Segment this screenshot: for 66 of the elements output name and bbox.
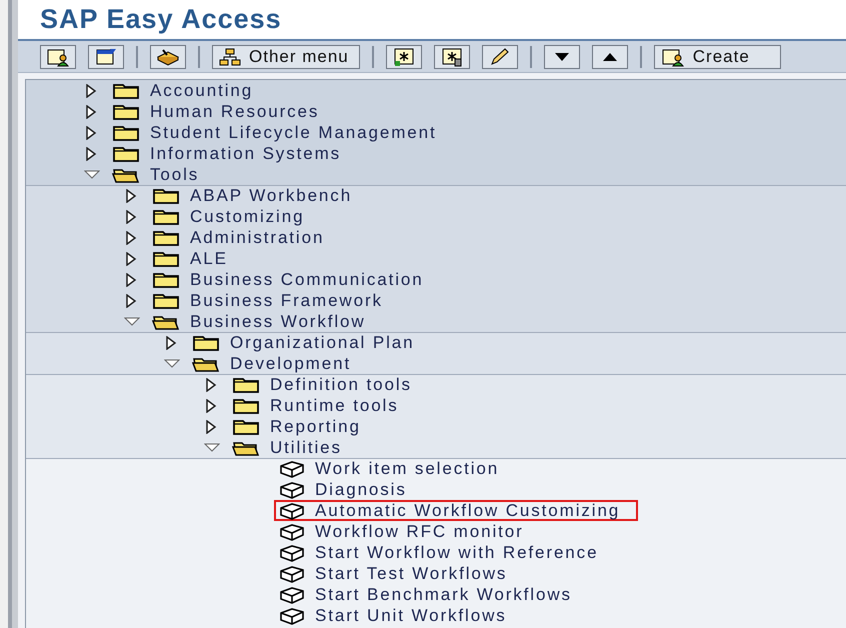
up-triangle-icon — [602, 52, 618, 62]
window-icon — [94, 46, 118, 66]
expanded-triangle-icon[interactable] — [204, 440, 220, 454]
down-triangle-icon — [554, 52, 570, 62]
window-title: SAP Easy Access — [40, 4, 282, 35]
folder-icon — [232, 418, 260, 434]
open-folder-icon — [112, 166, 140, 182]
folder-item[interactable]: Reporting — [232, 416, 361, 436]
cube-icon — [278, 502, 306, 520]
delete-folder-icon — [440, 46, 464, 66]
transaction-item[interactable]: Start Workflow with Reference — [274, 542, 616, 563]
move-up-button[interactable] — [592, 44, 628, 68]
transaction-item[interactable]: Work item selection — [274, 458, 518, 480]
expanded-triangle-icon[interactable] — [124, 314, 140, 328]
add-folder-icon — [392, 46, 416, 66]
folder-item[interactable]: Development — [192, 354, 352, 374]
folder-item[interactable]: Utilities — [232, 438, 342, 458]
folder-icon — [232, 398, 260, 414]
open-folder-icon — [192, 356, 220, 372]
open-folder-icon — [232, 440, 260, 456]
favorite-button[interactable] — [40, 44, 76, 68]
cube-icon — [278, 606, 306, 624]
cube-icon — [278, 544, 306, 562]
folder-icon — [232, 377, 260, 393]
cube-icon — [278, 522, 306, 540]
expanded-triangle-icon[interactable] — [84, 168, 100, 182]
folder-icon — [152, 230, 180, 246]
open-folder-icon — [152, 314, 180, 330]
folder-icon — [192, 335, 220, 351]
folder-icon — [152, 292, 180, 308]
folder-icon — [152, 208, 180, 224]
folder-icon — [112, 104, 140, 120]
folder-person-icon — [660, 46, 685, 66]
folder-item[interactable]: Accounting — [112, 80, 254, 100]
folder-item[interactable]: Runtime tools — [232, 396, 399, 416]
transaction-item[interactable]: Start Unit Workflows — [274, 605, 525, 626]
edit-button[interactable] — [482, 44, 518, 68]
folder-icon — [112, 146, 140, 162]
transaction-item[interactable]: Start Test Workflows — [274, 563, 526, 584]
expanded-triangle-icon[interactable] — [164, 356, 180, 370]
create-button[interactable]: Create — [654, 44, 781, 68]
cube-icon — [278, 460, 306, 478]
delete-button[interactable] — [434, 44, 470, 68]
cube-icon — [278, 564, 306, 582]
hierarchy-icon — [219, 48, 241, 66]
transaction-item[interactable]: Diagnosis — [274, 479, 425, 500]
window-button[interactable] — [88, 44, 124, 68]
folder-icon — [112, 124, 140, 140]
folder-icon — [152, 188, 180, 204]
folder-icon — [152, 272, 180, 288]
other-menu-button[interactable]: Other menu — [212, 44, 360, 68]
transaction-item[interactable]: Workflow RFC monitor — [274, 521, 542, 542]
folder-person-icon — [46, 46, 70, 66]
move-down-button[interactable] — [544, 44, 580, 68]
transaction-item[interactable]: Automatic Workflow Customizing — [274, 500, 638, 521]
folder-item[interactable]: ALE — [152, 248, 228, 268]
cube-icon — [278, 480, 306, 498]
folder-icon — [112, 82, 140, 98]
box-icon — [156, 46, 180, 66]
folder-icon — [152, 250, 180, 266]
add-button[interactable] — [386, 44, 422, 68]
folder-item[interactable]: Tools — [112, 164, 200, 184]
folder-item[interactable]: Customizing — [152, 206, 304, 226]
transaction-item[interactable]: Start Benchmark Workflows — [274, 584, 590, 605]
pencil-box-button[interactable] — [150, 44, 186, 68]
cube-icon — [278, 586, 306, 604]
